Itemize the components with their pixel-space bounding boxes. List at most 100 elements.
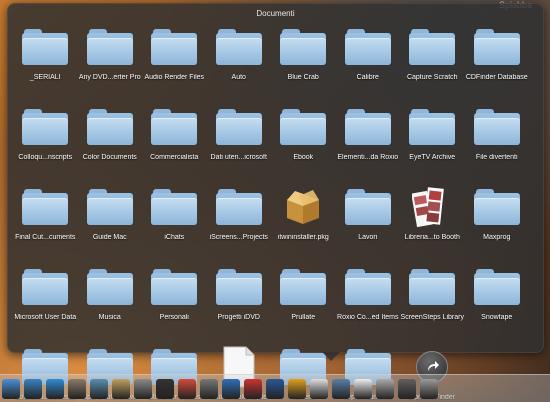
iphoto-icon[interactable] <box>90 379 108 399</box>
pages-icon[interactable] <box>288 379 306 399</box>
stack-item-blue-crab[interactable]: Blue Crab <box>271 26 336 88</box>
stack-icon[interactable] <box>376 379 394 399</box>
calendar-icon[interactable] <box>178 379 196 399</box>
icon-wrap <box>341 26 395 68</box>
terminal-icon[interactable] <box>156 379 174 399</box>
folder-icon <box>473 109 520 145</box>
stack-item-iscreens-projects[interactable]: iScreens...Projects <box>207 186 272 248</box>
stack-item-dati-uten-icrosoft[interactable]: Dati uten...icrosoft <box>207 106 272 168</box>
stack-item-itwininstaller-pkg[interactable]: itwininstaller.pkg <box>271 186 336 248</box>
calculator-icon[interactable] <box>200 379 218 399</box>
icon-wrap <box>212 106 266 148</box>
stack-item-roxio-co-ed-items[interactable]: Roxio Co...ed Items <box>336 266 401 328</box>
folder-icon <box>22 269 69 305</box>
word-icon[interactable] <box>266 379 284 399</box>
stack-item-file-divertenti[interactable]: File divertenti <box>465 106 530 168</box>
icon-wrap <box>212 26 266 68</box>
item-label: Progetti iDVD <box>217 314 260 321</box>
stack-item-screensteps-library[interactable]: ScreenSteps Library <box>400 266 465 328</box>
stack-item-ichats[interactable]: iChats <box>142 186 207 248</box>
stack-item-seriali[interactable]: _SERIALI <box>13 26 78 88</box>
text-icon[interactable] <box>354 379 372 399</box>
item-label: Prullate <box>291 314 316 321</box>
stack-title: Documenti <box>256 9 295 18</box>
item-label: Calibre <box>356 74 379 81</box>
stack-item-prullate[interactable]: Prullate <box>271 266 336 328</box>
icon-wrap <box>83 106 137 148</box>
folder-icon <box>344 29 391 65</box>
dock-icons <box>2 379 438 399</box>
folder-icon <box>151 189 198 225</box>
stack-item-elementi-da-roxio[interactable]: Elementi...da Roxio <box>336 106 401 168</box>
stack-item-ebook[interactable]: Ebook <box>271 106 336 168</box>
stack-item-capture-scratch[interactable]: Capture Scratch <box>400 26 465 88</box>
downloads-icon[interactable] <box>332 379 350 399</box>
icon-wrap <box>405 106 459 148</box>
item-label: Capture Scratch <box>406 74 458 81</box>
icon-wrap <box>18 106 72 148</box>
folder-icon <box>344 269 391 305</box>
stack-item-commercialista[interactable]: Commercialista <box>142 106 207 168</box>
icon-wrap <box>147 26 201 68</box>
stack-item-musica[interactable]: Musica <box>78 266 143 328</box>
preview-icon[interactable] <box>68 379 86 399</box>
item-label: Auto <box>231 74 246 81</box>
item-label: Guide Mac <box>92 234 127 241</box>
item-label: Snowtape <box>481 314 513 321</box>
icon-wrap <box>276 266 330 308</box>
item-label: Roxio Co...ed Items <box>337 314 399 321</box>
package-icon <box>287 190 320 224</box>
server-icon[interactable] <box>398 379 416 399</box>
trash-icon[interactable] <box>420 379 438 399</box>
ve-icon[interactable] <box>222 379 240 399</box>
folder-icon <box>22 189 69 225</box>
item-label: ScreenSteps Library <box>400 314 464 321</box>
icon-wrap <box>276 186 330 228</box>
icon-wrap <box>276 106 330 148</box>
stack-item-eyetv-archive[interactable]: EyeTV Archive <box>400 106 465 168</box>
folder-icon <box>215 269 262 305</box>
folder-icon <box>215 109 262 145</box>
stack-item-calibre[interactable]: Calibre <box>336 26 401 88</box>
stack-item-maxprog[interactable]: Maxprog <box>465 186 530 248</box>
system-prefs-icon[interactable] <box>134 379 152 399</box>
stack-item-colloqu-nscripts[interactable]: Colloqu...nscripts <box>13 106 78 168</box>
stack-item-microsoft-user-data[interactable]: Microsoft User Data <box>13 266 78 328</box>
icon-wrap <box>405 26 459 68</box>
stack-item-libreria-to-booth[interactable]: Libreria...to Booth <box>400 186 465 248</box>
item-label: Any DVD...erter Pro <box>78 74 141 81</box>
stack-item-guide-mac[interactable]: Guide Mac <box>78 186 143 248</box>
dock <box>0 374 550 402</box>
stack-item-lavori[interactable]: Lavori <box>336 186 401 248</box>
folder-icon <box>473 269 520 305</box>
item-label: CDFinder Database <box>465 74 528 81</box>
stack-items-grid: _SERIALI Any DVD...erter Pro Audio Render … <box>13 26 539 402</box>
stack-item-auto[interactable]: Auto <box>207 26 272 88</box>
icon-wrap <box>147 106 201 148</box>
stack-item-progetti-idvd[interactable]: Progetti iDVD <box>207 266 272 328</box>
icon-wrap <box>212 266 266 308</box>
stack-item-any-dvd-erter-pro[interactable]: Any DVD...erter Pro <box>78 26 143 88</box>
item-label: Lavori <box>358 234 378 241</box>
icon-wrap <box>341 266 395 308</box>
stack-item-color-documents[interactable]: Color Documents <box>78 106 143 168</box>
stack-item-cdfinder-database[interactable]: CDFinder Database <box>465 26 530 88</box>
finder-icon[interactable] <box>2 379 20 399</box>
folder-icon <box>151 109 198 145</box>
icon-wrap <box>470 266 524 308</box>
photo-icon[interactable] <box>112 379 130 399</box>
stack-item-final-cut-cuments[interactable]: Final Cut...cuments <box>13 186 78 248</box>
folder-icon <box>409 29 456 65</box>
stack-item-audio-render-files[interactable]: Audio Render Files <box>142 26 207 88</box>
item-label: Ebook <box>293 154 314 161</box>
lexicon-icon[interactable] <box>244 379 262 399</box>
icon-wrap <box>83 186 137 228</box>
stack-item-personali[interactable]: Personali <box>142 266 207 328</box>
photo-booth-icon <box>412 187 445 228</box>
document-icon[interactable] <box>310 379 328 399</box>
stack-item-snowtape[interactable]: Snowtape <box>465 266 530 328</box>
item-label: Personali <box>159 314 189 321</box>
safari-icon[interactable] <box>46 379 64 399</box>
icon-wrap <box>18 186 72 228</box>
app-store-icon[interactable] <box>24 379 42 399</box>
